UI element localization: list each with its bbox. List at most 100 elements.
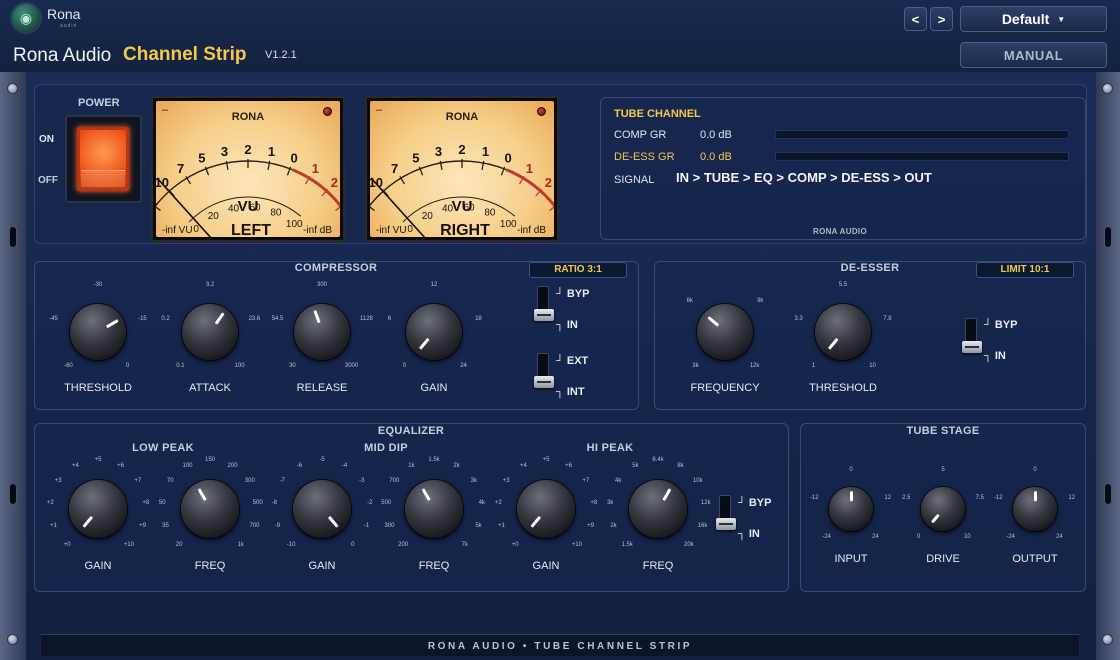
- knob-scale-label: 5k: [632, 462, 639, 469]
- power-off-label: OFF: [38, 175, 58, 186]
- power-switch[interactable]: [65, 115, 142, 203]
- knob-scale-label: 1: [811, 363, 816, 370]
- tube-stage-knob-input[interactable]: [829, 487, 873, 531]
- knob-scale-label: 20: [175, 541, 183, 548]
- knob-scale-label: 7.8: [883, 316, 892, 323]
- left-rack-rail: [0, 72, 26, 660]
- compressor-knob-attack[interactable]: [182, 304, 238, 360]
- knob-scale-label: 100: [182, 462, 193, 469]
- vu-percent-label: 0: [193, 224, 199, 235]
- eq-band-hi-peak: HI PEAK: [586, 442, 634, 454]
- deesser-title: DE-ESSER: [840, 262, 900, 274]
- knob-scale-label: +0: [63, 541, 71, 548]
- limit-display: LIMIT 10:1: [976, 262, 1074, 278]
- eq-knob-low-freq[interactable]: [181, 480, 239, 538]
- knob-scale-label: +3: [502, 478, 510, 485]
- eq-knob-mid-freq[interactable]: [405, 480, 463, 538]
- knob-scale-label: 20k: [684, 541, 694, 548]
- compressor-sidechain-toggle[interactable]: [534, 353, 554, 389]
- knob-scale-label: -30: [93, 282, 103, 288]
- knob-label: RELEASE: [296, 382, 348, 394]
- eq-bypass-toggle[interactable]: [716, 495, 736, 531]
- deesser-bypass-toggle[interactable]: [962, 318, 982, 354]
- knob-scale-label: +6: [565, 462, 572, 469]
- deess-gr-meter: [775, 152, 1069, 161]
- knob-pointer: [81, 515, 93, 528]
- vu-scale-label: 2: [458, 142, 465, 157]
- rack-slot: [9, 226, 17, 248]
- compressor-knob-gain[interactable]: [406, 304, 462, 360]
- vu-scale-label: 3: [221, 144, 228, 159]
- rack-slot: [1104, 483, 1112, 505]
- db-readout: -inf dB: [517, 225, 546, 236]
- previous-preset-button[interactable]: <: [904, 7, 927, 31]
- eq-knob-hi-freq[interactable]: [629, 480, 687, 538]
- compressor-knob-threshold[interactable]: [70, 304, 126, 360]
- knob-scale-label: -60: [64, 363, 73, 370]
- vu-scale-label: 3: [435, 144, 442, 159]
- knob-scale-label: +7: [134, 478, 142, 485]
- signal-flow: IN > TUBE > EQ > COMP > DE-ESS > OUT: [676, 170, 932, 185]
- knob-label: FREQ: [642, 560, 674, 572]
- vu-channel-label: RIGHT: [440, 222, 490, 237]
- knob-label: FREQUENCY: [690, 382, 760, 394]
- vu-scale-label: 7: [391, 161, 398, 176]
- tube-stage-knob-output[interactable]: [1013, 487, 1057, 531]
- knob-scale-label: +2: [494, 499, 502, 506]
- tube-stage-title: TUBE STAGE: [906, 425, 980, 437]
- deesser-knob-threshold[interactable]: [815, 304, 871, 360]
- knob-scale-label: 5.5: [838, 282, 848, 288]
- knob-scale-label: 50: [158, 499, 166, 506]
- eq-knob-hi-gain[interactable]: [517, 480, 575, 538]
- right-rack-rail: [1096, 72, 1120, 660]
- knob-pointer: [312, 310, 321, 324]
- knob-scale-label: 10k: [692, 478, 703, 485]
- knob-scale-label: 300: [244, 478, 255, 485]
- power-label: POWER: [78, 97, 120, 109]
- knob-pointer: [529, 515, 541, 528]
- knob-scale-label: 3k: [692, 363, 699, 370]
- knob-scale-label: 70: [166, 478, 174, 485]
- vu-scale-label: 2: [244, 142, 251, 157]
- knob-pointer: [421, 488, 431, 501]
- eq-knob-mid-gain[interactable]: [293, 480, 351, 538]
- vu-channel-label: LEFT: [231, 222, 271, 237]
- vu-scale-label: 1: [526, 161, 533, 176]
- knob-scale-label: 0: [402, 363, 407, 370]
- deesser-bypass-label: ┘ BYP: [984, 319, 1018, 331]
- knob-scale-label: 4k: [615, 478, 622, 485]
- knob-scale-label: 12k: [749, 363, 760, 370]
- knob-scale-label: 18: [475, 316, 482, 323]
- next-preset-button[interactable]: >: [930, 7, 953, 31]
- knob-scale-label: 0: [849, 467, 853, 473]
- peak-led: [537, 107, 546, 116]
- knob-scale-label: 30: [289, 363, 296, 370]
- deess-gr-label: DE-ESS GR: [614, 151, 675, 163]
- deess-gr-value: 0.0 dB: [700, 151, 732, 163]
- knob-scale-label: -24: [1006, 534, 1015, 541]
- manual-button[interactable]: MANUAL: [960, 42, 1107, 68]
- knob-pointer: [418, 338, 429, 351]
- knob-scale-label: +10: [123, 541, 134, 548]
- knob-label: DRIVE: [926, 553, 960, 565]
- knob-scale-label: +4: [72, 462, 79, 469]
- compressor-bypass-label: ┘ BYP: [556, 288, 590, 300]
- deesser-knob-frequency[interactable]: [697, 304, 753, 360]
- knob-scale-label: +6: [117, 462, 124, 469]
- preset-dropdown[interactable]: Default ▼: [960, 6, 1107, 32]
- knob-label: OUTPUT: [1012, 553, 1058, 565]
- sidechain-ext-label: ┘ EXT: [556, 355, 589, 367]
- tube-stage-knob-drive[interactable]: [921, 487, 965, 531]
- knob-scale-label: 54.5: [271, 316, 284, 323]
- peak-led: [323, 107, 332, 116]
- knob-scale-label: -7: [279, 478, 285, 485]
- rack-slot: [9, 483, 17, 505]
- compressor-knob-release[interactable]: [294, 304, 350, 360]
- knob-scale-label: 5: [941, 467, 945, 473]
- compressor-bypass-toggle[interactable]: [534, 286, 554, 322]
- knob-scale-label: 3.3: [794, 316, 803, 323]
- knob-scale-label: 16k: [697, 522, 708, 529]
- eq-knob-low-gain[interactable]: [69, 480, 127, 538]
- vu-scale-label: 2: [545, 175, 552, 190]
- eq-bypass-label: ┘ BYP: [738, 497, 772, 509]
